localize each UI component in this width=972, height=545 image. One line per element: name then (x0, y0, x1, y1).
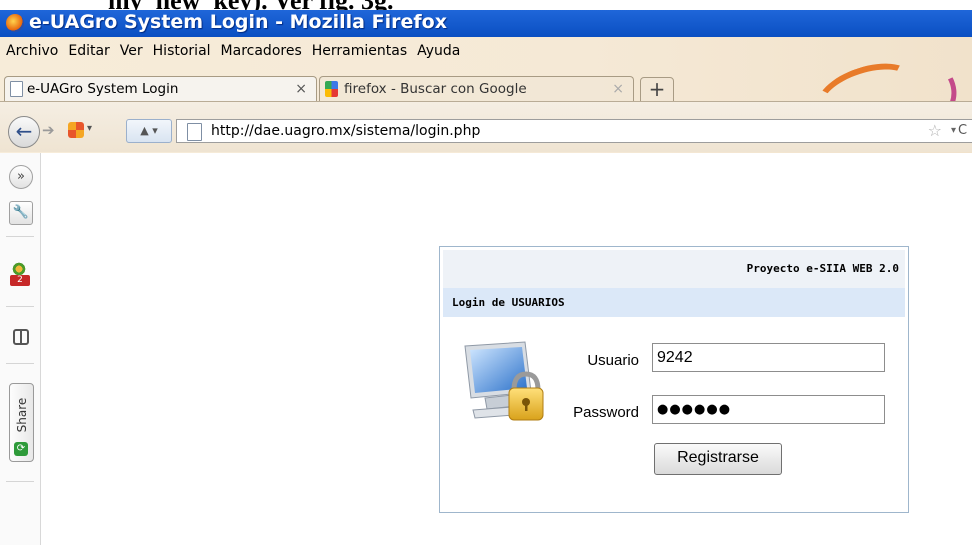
tab-close-button[interactable]: × (295, 77, 307, 102)
password-label: Password (573, 404, 639, 421)
wrench-icon[interactable]: 🔧 (9, 201, 33, 225)
menu-historial[interactable]: Historial (153, 40, 211, 62)
addon-sidebar: » 🔧 2 Share ⟳ (0, 153, 41, 545)
menu-archivo[interactable]: Archivo (6, 40, 58, 62)
share-button[interactable]: Share ⟳ (9, 383, 34, 462)
divider (6, 306, 34, 307)
reload-button[interactable]: C (958, 120, 972, 142)
share-label: Share (14, 397, 29, 432)
divider (6, 363, 34, 364)
computer-lock-icon (464, 341, 544, 421)
page-icon (187, 123, 202, 141)
login-header: Proyecto e-SIIA WEB 2.0 (443, 250, 905, 288)
page-icon (10, 81, 23, 97)
url-bar[interactable]: http://dae.uagro.mx/sistema/login.php ☆ … (176, 119, 972, 143)
expand-button[interactable]: » (9, 165, 33, 189)
menu-ayuda[interactable]: Ayuda (417, 40, 460, 62)
menu-editar[interactable]: Editar (68, 40, 109, 62)
login-panel: Proyecto e-SIIA WEB 2.0 Login de USUARIO… (439, 246, 909, 513)
home-icon (68, 122, 84, 138)
share-icon: ⟳ (14, 442, 28, 456)
notification-badge: 2 (10, 275, 30, 286)
divider (6, 481, 34, 482)
tab-label: firefox - Buscar con Google (344, 81, 527, 97)
firefox-icon (6, 14, 24, 32)
section-title: Login de USUARIOS (452, 296, 565, 309)
window-title: e-UAGro System Login - Mozilla Firefox (29, 11, 447, 33)
tab-label: e-UAGro System Login (27, 81, 179, 97)
new-tab-button[interactable]: + (640, 77, 674, 103)
menu-herramientas[interactable]: Herramientas (312, 40, 407, 62)
menu-ver[interactable]: Ver (120, 40, 143, 62)
google-icon (325, 81, 338, 97)
divider (6, 236, 34, 237)
chevron-down-icon: ▾ (87, 123, 93, 134)
forward-button[interactable]: ➔ (42, 121, 55, 139)
navigation-bar: ← ➔ ▾ ▲ ▾ http://dae.uagro.mx/sistema/lo… (0, 101, 972, 152)
url-history-dropdown[interactable]: ▾ (951, 120, 956, 142)
site-identity-button[interactable]: ▲ ▾ (126, 119, 172, 143)
back-button[interactable]: ← (8, 116, 40, 148)
password-input[interactable]: ●●●●●● (652, 395, 885, 424)
tab-login[interactable]: e-UAGro System Login × (4, 76, 317, 101)
register-button[interactable]: Registrarse (654, 443, 782, 475)
bookmark-star-icon[interactable]: ☆ (928, 120, 942, 142)
tab-close-button[interactable]: × (612, 77, 624, 102)
username-input[interactable]: 9242 (652, 343, 885, 372)
home-button[interactable]: ▾ (68, 119, 94, 141)
sidebar-panel-icon[interactable] (13, 329, 29, 345)
menu-marcadores[interactable]: Marcadores (221, 40, 302, 62)
url-text[interactable]: http://dae.uagro.mx/sistema/login.php (211, 120, 480, 142)
menu-bar: Archivo Editar Ver Historial Marcadores … (0, 40, 460, 62)
section-bar: Login de USUARIOS (443, 288, 905, 317)
tab-google-search[interactable]: firefox - Buscar con Google × (319, 76, 634, 101)
window-titlebar: e-UAGro System Login - Mozilla Firefox (0, 10, 972, 37)
username-label: Usuario (587, 352, 639, 369)
project-title: Proyecto e-SIIA WEB 2.0 (746, 262, 899, 275)
